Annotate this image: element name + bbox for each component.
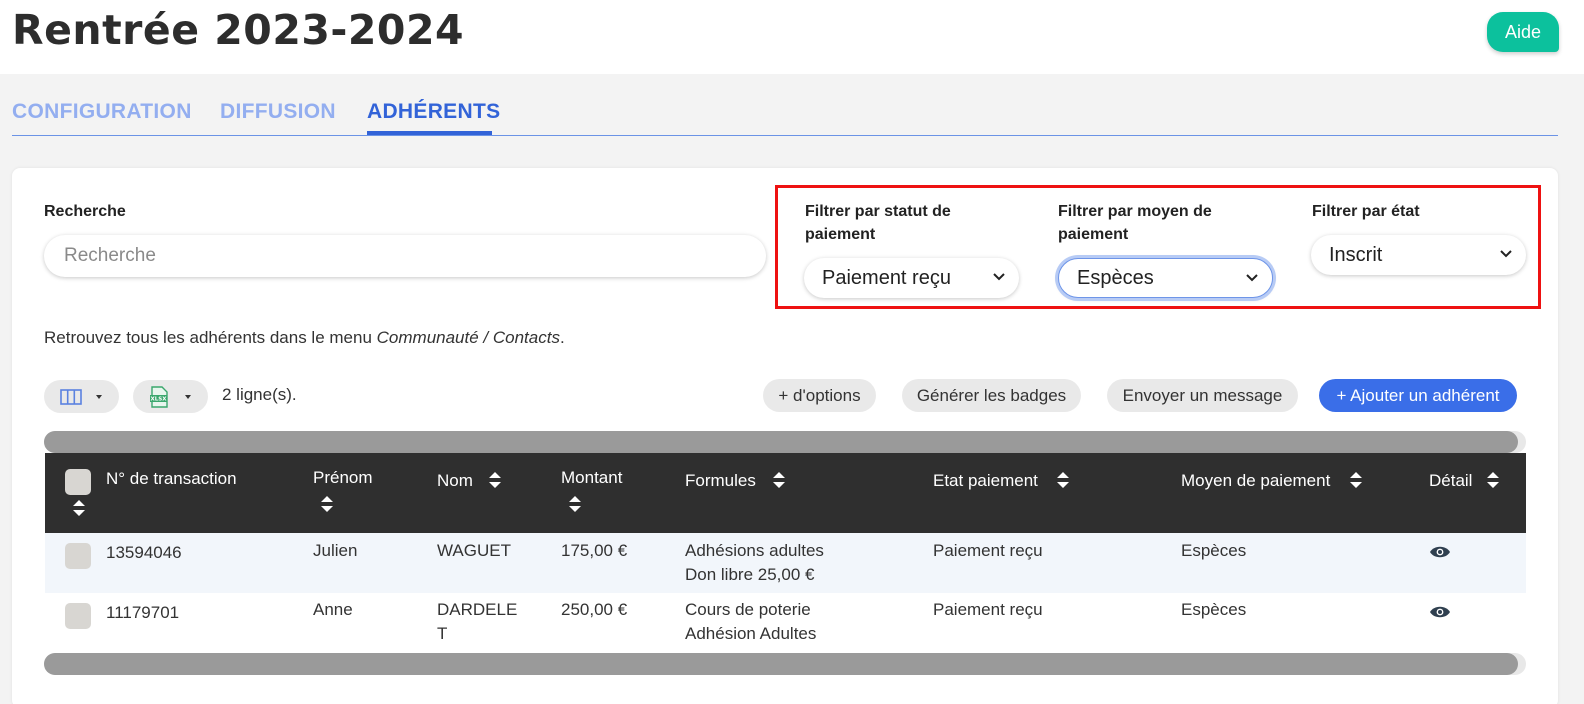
info-text: Retrouvez tous les adhérents dans le men… <box>44 328 565 348</box>
info-text-suffix: . <box>559 328 565 347</box>
page-title: Rentrée 2023-2024 <box>12 6 465 54</box>
cell-last-name: DARDELE <box>437 600 518 619</box>
payment-method-label-line1: Filtrer par moyen de <box>1058 203 1212 220</box>
active-tab-indicator <box>367 131 492 135</box>
cell-formula-2: Adhésion Adultes <box>685 624 817 643</box>
columns-toggle-button[interactable] <box>44 380 119 413</box>
payment-method-filter-label: Filtrer par moyen de paiement <box>1058 200 1212 246</box>
cell-amount: 175,00 € <box>561 541 628 560</box>
col-detail[interactable]: Détail <box>1429 469 1472 492</box>
tab-adherents[interactable]: ADHÉRENTS <box>367 100 500 124</box>
export-xlsx-button[interactable]: XLSX <box>133 380 208 413</box>
cell-payment-method: Espèces <box>1181 541 1247 560</box>
payment-method-label-line2: paiement <box>1058 226 1129 243</box>
chevron-down-icon <box>1246 274 1258 282</box>
sort-icon[interactable] <box>1485 469 1501 491</box>
info-text-prefix: Retrouvez tous les adhérents dans le men… <box>44 328 377 347</box>
cell-payment-status: Paiement reçu <box>933 541 1043 560</box>
sort-icon[interactable] <box>71 497 87 519</box>
xlsx-file-icon: XLSX <box>149 385 168 408</box>
payment-status-label-line1: Filtrer par statut de <box>805 203 951 220</box>
table-scrollbar-bottom[interactable] <box>44 653 1526 675</box>
table-scrollbar-top[interactable] <box>44 431 1526 453</box>
table-header: N° de transaction Prénom Nom Montant For… <box>45 453 1526 533</box>
sort-icon[interactable] <box>771 469 787 491</box>
cell-transaction: 11179701 <box>106 603 180 622</box>
payment-status-filter-label: Filtrer par statut de paiement <box>805 200 951 246</box>
contacts-menu-path: Communauté / Contacts <box>376 328 560 347</box>
cell-first-name: Julien <box>313 541 358 560</box>
col-last-name-label: Nom <box>437 471 473 490</box>
col-amount-label: Montant <box>561 468 623 487</box>
sort-icon[interactable] <box>487 469 503 491</box>
search-input[interactable] <box>44 235 766 277</box>
tab-diffusion[interactable]: DIFFUSION <box>220 100 336 124</box>
col-transaction[interactable]: N° de transaction <box>106 467 237 490</box>
sort-icon[interactable] <box>319 493 335 515</box>
rows-count: 2 ligne(s). <box>222 385 297 404</box>
cell-amount: 250,00 € <box>561 600 628 619</box>
state-select[interactable]: Inscrit <box>1311 235 1526 275</box>
row-checkbox[interactable] <box>65 543 91 569</box>
cell-formula-2: Don libre 25,00 € <box>685 565 815 584</box>
caret-down-icon <box>95 394 102 399</box>
col-formulas-label: Formules <box>685 471 756 490</box>
cell-first-name: Anne <box>313 600 353 619</box>
payment-status-select[interactable]: Paiement reçu <box>804 258 1019 298</box>
col-last-name[interactable]: Nom <box>437 469 473 492</box>
more-options-button[interactable]: + d'options <box>763 379 876 412</box>
col-first-name-label: Prénom <box>313 468 373 487</box>
cell-last-name: WAGUET <box>437 541 511 560</box>
sort-icon[interactable] <box>1348 469 1364 491</box>
eye-icon[interactable] <box>1429 605 1451 619</box>
payment-method-value: Espèces <box>1077 266 1154 289</box>
sort-icon[interactable] <box>567 493 583 515</box>
search-label: Recherche <box>44 203 126 220</box>
col-transaction-label: N° de transaction <box>106 469 237 488</box>
tab-bar: CONFIGURATION DIFFUSION ADHÉRENTS <box>12 96 1558 136</box>
tab-configuration[interactable]: CONFIGURATION <box>12 100 192 124</box>
col-payment-method-label: Moyen de paiement <box>1181 471 1331 490</box>
add-member-button[interactable]: + Ajouter un adhérent <box>1319 379 1517 412</box>
row-checkbox[interactable] <box>65 603 91 629</box>
payment-status-label-line2: paiement <box>805 226 876 243</box>
table-row[interactable]: 13594046 Julien WAGUET 175,00 € Adhésion… <box>45 533 1526 593</box>
cell-formula-1: Cours de poterie <box>685 600 811 619</box>
col-payment-method[interactable]: Moyen de paiement <box>1181 469 1330 492</box>
help-button[interactable]: Aide <box>1487 12 1559 52</box>
col-amount[interactable]: Montant <box>561 466 622 489</box>
cell-last-name-wrap: T <box>437 624 448 643</box>
caret-down-icon <box>184 394 191 399</box>
col-payment-status-label: Etat paiement <box>933 471 1038 490</box>
select-all-checkbox[interactable] <box>65 469 91 495</box>
col-detail-label: Détail <box>1429 471 1473 490</box>
state-value: Inscrit <box>1329 243 1383 266</box>
xlsx-label: XLSX <box>150 396 167 402</box>
cell-formula-1: Adhésions adultes <box>685 541 824 560</box>
cell-payment-status: Paiement reçu <box>933 600 1043 619</box>
cell-payment-method: Espèces <box>1181 600 1247 619</box>
sort-icon[interactable] <box>1055 469 1071 491</box>
generate-badges-button[interactable]: Générer les badges <box>902 379 1081 412</box>
eye-icon[interactable] <box>1429 545 1451 559</box>
scrollbar-thumb[interactable] <box>44 653 1518 675</box>
payment-status-value: Paiement reçu <box>822 266 951 289</box>
top-bar: Rentrée 2023-2024 Aide <box>0 0 1584 74</box>
col-first-name[interactable]: Prénom <box>313 466 373 489</box>
chevron-down-icon <box>993 273 1005 281</box>
state-filter-label: Filtrer par état <box>1312 203 1420 220</box>
columns-icon <box>59 388 82 405</box>
cell-transaction: 13594046 <box>106 543 182 562</box>
table-row[interactable]: 11179701 Anne DARDELE T 250,00 € Cours d… <box>45 593 1526 653</box>
chevron-down-icon <box>1500 250 1512 258</box>
col-payment-status[interactable]: Etat paiement <box>933 469 1038 492</box>
send-message-button[interactable]: Envoyer un message <box>1107 379 1298 412</box>
scrollbar-thumb[interactable] <box>44 431 1518 453</box>
col-formulas[interactable]: Formules <box>685 469 756 492</box>
payment-method-select[interactable]: Espèces <box>1058 258 1273 298</box>
